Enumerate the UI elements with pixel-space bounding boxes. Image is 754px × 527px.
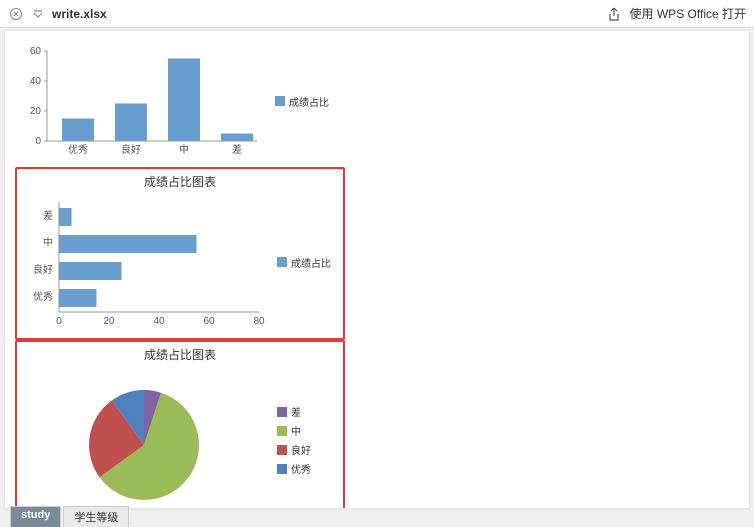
window-header: write.xlsx 使用 WPS Office 打开 <box>0 0 754 28</box>
svg-text:60: 60 <box>30 46 42 57</box>
svg-text:40: 40 <box>153 316 165 327</box>
expand-icon[interactable] <box>30 6 46 22</box>
svg-text:优秀: 优秀 <box>68 143 88 156</box>
pie-group <box>89 390 199 500</box>
chart3-title: 成绩占比图表 <box>19 346 341 363</box>
bar-良好 <box>115 104 147 142</box>
hbar-中 <box>59 235 197 253</box>
svg-text:80: 80 <box>253 316 265 327</box>
tab-study[interactable]: study <box>10 506 61 527</box>
legend-label: 成绩占比 <box>291 255 331 270</box>
svg-text:20: 20 <box>30 106 42 117</box>
chart2-title: 成绩占比图表 <box>19 173 341 190</box>
svg-text:良好: 良好 <box>121 143 141 156</box>
svg-text:良好: 良好 <box>33 263 53 276</box>
bar-优秀 <box>62 119 94 142</box>
chart2-legend: 成绩占比 <box>277 255 331 270</box>
legend-差: 差 <box>291 404 301 419</box>
svg-text:0: 0 <box>35 136 41 147</box>
chart3-legend: 差 中 良好 优秀 <box>277 404 311 476</box>
svg-text:0: 0 <box>56 316 62 327</box>
legend-label: 成绩占比 <box>289 94 329 109</box>
tab-student-grade[interactable]: 学生等级 <box>63 506 129 527</box>
svg-text:差: 差 <box>43 209 53 222</box>
chart1-svg: 0 20 40 60 优秀 良好 中 差 <box>17 41 267 161</box>
legend-中: 中 <box>291 423 301 438</box>
svg-text:差: 差 <box>232 143 242 156</box>
share-icon[interactable] <box>606 6 622 22</box>
close-icon[interactable] <box>8 6 24 22</box>
svg-text:中: 中 <box>43 236 53 249</box>
svg-text:60: 60 <box>203 316 215 327</box>
bar-中 <box>168 59 200 142</box>
chart3-svg <box>19 365 269 509</box>
svg-text:优秀: 优秀 <box>33 290 53 303</box>
sheet-tabs: study 学生等级 <box>10 506 129 527</box>
legend-良好: 良好 <box>291 442 311 457</box>
svg-text:40: 40 <box>30 76 42 87</box>
chart-pie: 成绩占比图表 差 中 良好 优秀 <box>15 340 345 509</box>
chart-vertical-bar: 0 20 40 60 优秀 良好 中 差 成绩占比 <box>15 37 345 167</box>
legend-优秀: 优秀 <box>291 461 311 476</box>
bar-差 <box>221 134 253 142</box>
document-title: write.xlsx <box>52 7 107 21</box>
spreadsheet-content: 0 20 40 60 优秀 良好 中 差 成绩占比 成绩占比图表 <box>4 30 750 509</box>
hbar-差 <box>59 208 72 226</box>
hbar-优秀 <box>59 289 97 307</box>
svg-text:20: 20 <box>103 316 115 327</box>
chart2-svg: 0 20 40 60 80 差 中 良好 优秀 <box>19 192 269 332</box>
chart-horizontal-bar: 成绩占比图表 0 20 40 60 80 差 中 良好 <box>15 167 345 340</box>
chart1-legend: 成绩占比 <box>275 94 329 109</box>
svg-text:中: 中 <box>179 143 189 156</box>
hbar-良好 <box>59 262 122 280</box>
open-with-wps-button[interactable]: 使用 WPS Office 打开 <box>630 5 746 22</box>
